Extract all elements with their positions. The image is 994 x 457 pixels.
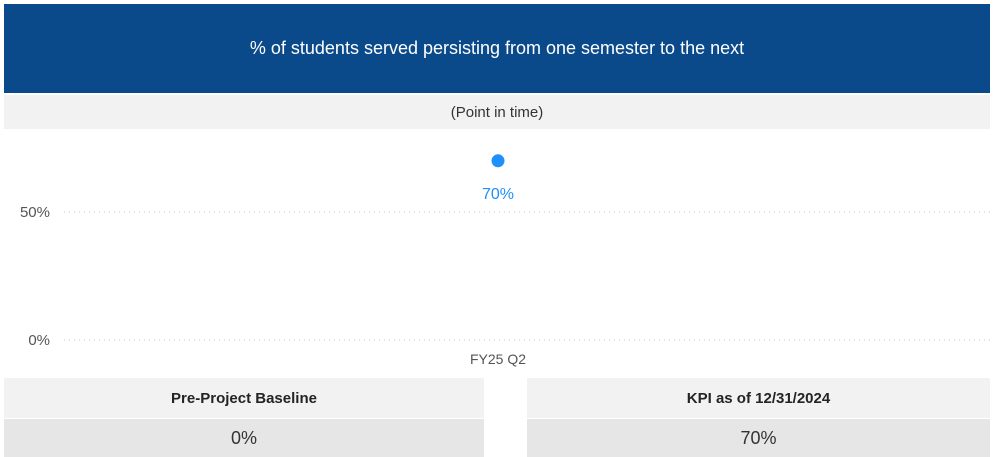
- x-tick-label: FY25 Q2: [470, 351, 526, 367]
- data-point[interactable]: [491, 154, 505, 168]
- baseline-card-value: 0%: [4, 419, 484, 457]
- y-tick-label: 0%: [28, 332, 50, 349]
- chart-subtitle-bar: (Point in time): [4, 95, 990, 129]
- scatter-chart: 0% 50% FY25 Q2 70%: [20, 154, 992, 367]
- baseline-value-text: 0%: [230, 427, 257, 448]
- baseline-card-label: Pre-Project Baseline: [4, 378, 484, 418]
- baseline-label-text: Pre-Project Baseline: [171, 389, 317, 407]
- chart-subtitle: (Point in time): [450, 103, 544, 121]
- kpi-card-label: KPI as of 12/31/2024: [527, 378, 990, 418]
- kpi-card-value: 70%: [527, 419, 990, 457]
- kpi-value-text: 70%: [740, 427, 777, 448]
- chart-title: % of students served persisting from one…: [249, 38, 745, 58]
- kpi-label-text: KPI as of 12/31/2024: [686, 389, 831, 407]
- y-tick-label: 50%: [20, 204, 50, 221]
- chart-title-bar: % of students served persisting from one…: [4, 4, 990, 93]
- data-label: 70%: [482, 186, 514, 203]
